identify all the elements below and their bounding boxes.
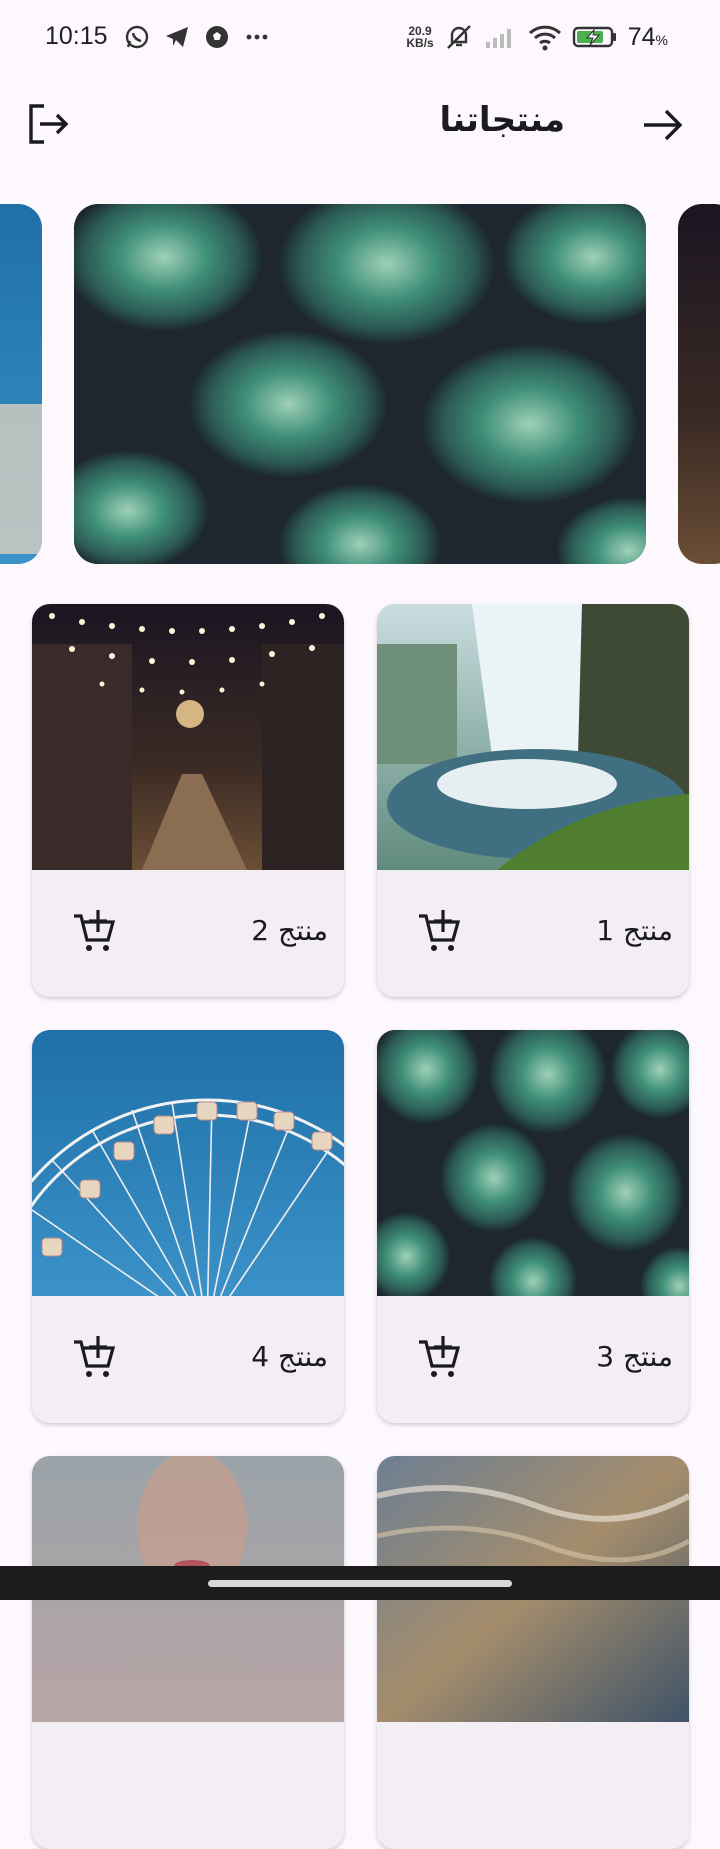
image-carousel[interactable]	[0, 204, 720, 564]
product-name: منتج 2	[251, 914, 328, 947]
signal-icon	[485, 29, 511, 48]
status-time: 10:15	[45, 22, 108, 50]
arrow-right-icon[interactable]	[640, 102, 686, 148]
wifi-icon	[528, 25, 561, 51]
status-notification-icons	[124, 24, 270, 50]
product-card[interactable]: منتج 4	[32, 1030, 344, 1423]
more-dots-icon	[246, 34, 268, 40]
mute-icon	[446, 25, 471, 49]
product-card-footer: منتج 1	[377, 870, 689, 997]
product-card[interactable]	[377, 1456, 689, 1849]
product-card-footer: منتج 2	[32, 870, 344, 997]
whatsapp-icon	[125, 25, 149, 49]
product-name: منتج 3	[596, 1340, 673, 1373]
add-to-cart-icon[interactable]	[72, 1336, 116, 1380]
status-bar: 10:15 20.9 KB/s 74%	[0, 0, 720, 78]
product-card-footer: منتج 3	[377, 1296, 689, 1423]
network-speed-unit: KB/s	[406, 36, 434, 50]
product-card[interactable]: منتج 2	[32, 604, 344, 997]
battery-percent: 74%	[628, 23, 668, 52]
product-card-footer: منتج 4	[32, 1296, 344, 1423]
succulents-image	[74, 204, 646, 564]
add-to-cart-icon[interactable]	[72, 910, 116, 954]
app-bar: منتجاتنا	[0, 78, 720, 170]
waterfall-image	[377, 604, 689, 870]
status-system-icons: 20.9 KB/s 74%	[406, 22, 668, 52]
add-to-cart-icon[interactable]	[417, 1336, 461, 1380]
carousel-slide-active[interactable]	[74, 204, 646, 564]
add-to-cart-icon[interactable]	[417, 910, 461, 954]
product-name: منتج 4	[251, 1340, 328, 1373]
system-navigation-bar	[0, 1566, 720, 1600]
carousel-slide-previous[interactable]	[0, 204, 42, 564]
succulents-image	[377, 1030, 689, 1296]
network-speed: 20.9 KB/s	[406, 25, 433, 49]
product-card[interactable]	[32, 1456, 344, 1849]
home-gesture-handle[interactable]	[208, 1580, 512, 1587]
ferris-wheel-image	[32, 1030, 344, 1296]
product-name: منتج 1	[596, 914, 673, 947]
logout-icon[interactable]	[24, 100, 72, 148]
battery-charging-icon	[572, 26, 616, 48]
street-lights-image	[32, 604, 344, 870]
telegram-icon	[166, 27, 188, 47]
football-icon	[206, 26, 228, 48]
product-card[interactable]: منتج 1	[377, 604, 689, 997]
page-title: منتجاتنا	[439, 100, 566, 140]
battery-percent-value: 74	[627, 22, 656, 51]
battery-percent-symbol: %	[655, 31, 668, 48]
product-card[interactable]: منتج 3	[377, 1030, 689, 1423]
carousel-slide-next[interactable]	[678, 204, 720, 564]
